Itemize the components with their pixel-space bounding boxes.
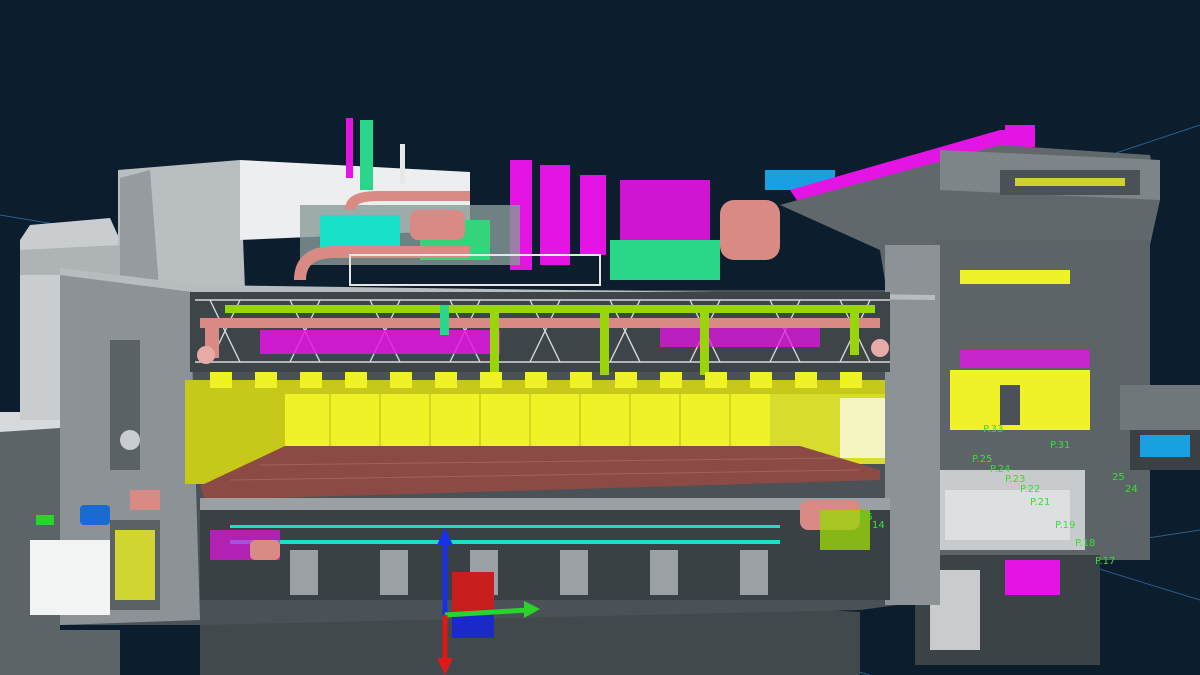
gizmo-cube-bottom <box>452 614 494 638</box>
model-viewport[interactable]: P.33 P.31 P.25 P.24 P.23 P.22 P.21 P.19 … <box>0 0 1200 675</box>
label-p31: P.31 <box>1050 440 1070 451</box>
label-n15: 15 <box>860 512 873 523</box>
label-p17: P.17 <box>1095 556 1115 567</box>
label-n14: 14 <box>872 520 885 531</box>
bim-3d-scene[interactable]: P.33 P.31 P.25 P.24 P.23 P.22 P.21 P.19 … <box>0 0 1200 675</box>
label-p21: P.21 <box>1030 497 1050 508</box>
label-p33: P.33 <box>983 424 1003 435</box>
remote-equipment <box>1120 385 1200 470</box>
label-p22: P.22 <box>1020 484 1040 495</box>
label-n24: 24 <box>1125 484 1138 495</box>
label-p18: P.18 <box>1075 538 1095 549</box>
main-hall <box>60 245 940 625</box>
gizmo-cube-top <box>452 572 494 614</box>
label-n25: 25 <box>1112 472 1125 483</box>
label-p19: P.19 <box>1055 520 1075 531</box>
